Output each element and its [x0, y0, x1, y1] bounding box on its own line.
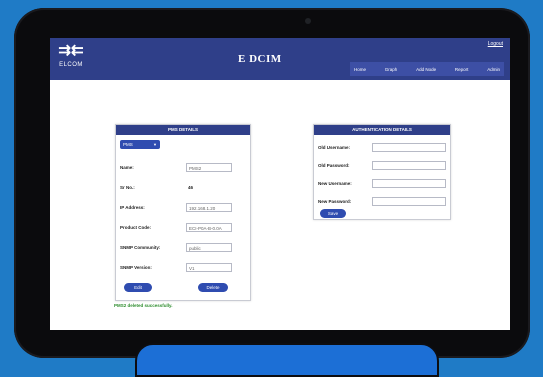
pms-select-value: PMS	[123, 142, 133, 147]
delete-button[interactable]: Delete	[198, 283, 228, 292]
old-password-label: Old Password:	[318, 163, 350, 168]
nav-add-node[interactable]: Add Node	[416, 67, 436, 72]
camera-icon	[305, 18, 311, 24]
logo-mark-icon: ⇉⇇	[58, 42, 84, 59]
ip-field[interactable]: 192.168.1.20	[186, 203, 232, 212]
pms-select[interactable]: PMS ▼	[120, 140, 160, 149]
app-header: ⇉⇇ ELCOM E DCIM Logout Home Graph Add No…	[50, 38, 510, 80]
page-title: E DCIM	[238, 53, 282, 65]
product-field[interactable]: ECI-P0A-B-0.0A	[186, 223, 232, 232]
pms-details-header: PMS DETAILS	[116, 125, 250, 135]
status-message: PMS2 deleted successfully.	[114, 303, 173, 308]
auth-details-header: AUTHENTICATION DETAILS	[314, 125, 450, 135]
old-username-label: Old Username:	[318, 145, 351, 150]
logo-text: ELCOM	[59, 62, 83, 68]
new-password-field[interactable]	[372, 197, 446, 206]
name-field[interactable]: PMS2	[186, 163, 232, 172]
community-label: SNMP Community:	[120, 245, 161, 250]
nav-bar: Home Graph Add Node Report Admin	[350, 62, 504, 76]
nav-report[interactable]: Report	[455, 67, 469, 72]
version-field[interactable]: V1	[186, 263, 232, 272]
chevron-down-icon: ▼	[153, 142, 157, 147]
app-screen: ⇉⇇ ELCOM E DCIM Logout Home Graph Add No…	[50, 38, 510, 330]
nav-home[interactable]: Home	[354, 67, 366, 72]
name-label: Name:	[120, 165, 134, 170]
old-username-field[interactable]	[372, 143, 446, 152]
save-button[interactable]: Save	[320, 209, 346, 218]
pms-details-panel: PMS DETAILS PMS ▼ Name: PMS2 Sr No.: 46 …	[115, 124, 251, 301]
tablet-stand	[135, 343, 439, 377]
old-password-field[interactable]	[372, 161, 446, 170]
edit-button[interactable]: Edit	[124, 283, 152, 292]
sr-label: Sr No.:	[120, 185, 135, 190]
new-username-label: New Username:	[318, 181, 352, 186]
product-label: Product Code:	[120, 225, 151, 230]
nav-admin[interactable]: Admin	[487, 67, 500, 72]
version-label: SNMP Version:	[120, 265, 152, 270]
community-field[interactable]: public	[186, 243, 232, 252]
nav-graph[interactable]: Graph	[385, 67, 398, 72]
new-username-field[interactable]	[372, 179, 446, 188]
logout-link[interactable]: Logout	[488, 41, 503, 47]
auth-details-panel: AUTHENTICATION DETAILS Old Username: Old…	[313, 124, 451, 220]
elcom-logo: ⇉⇇ ELCOM	[58, 42, 84, 76]
new-password-label: New Password:	[318, 199, 352, 204]
sr-value: 46	[188, 185, 194, 190]
ip-label: IP Address:	[120, 205, 145, 210]
